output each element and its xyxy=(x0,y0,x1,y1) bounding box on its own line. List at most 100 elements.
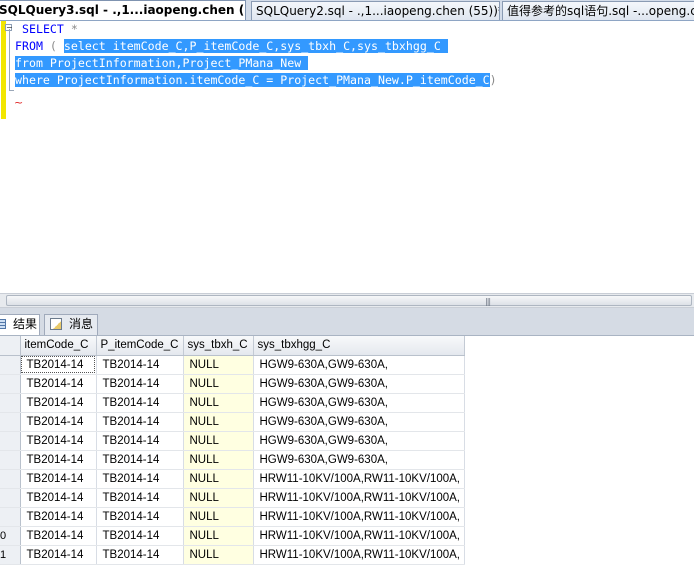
cell-p-itemcode[interactable]: TB2014-14 xyxy=(96,374,184,394)
row-number[interactable] xyxy=(0,507,21,527)
code-line-3: from ProjectInformation,Project_PMana_Ne… xyxy=(15,55,309,72)
cell-sys-tbxh[interactable]: NULL xyxy=(183,469,254,489)
row-number[interactable]: 0 xyxy=(0,526,21,546)
results-table: itemCode_C P_itemCode_C sys_tbxh_C sys_t… xyxy=(0,336,465,565)
cell-p-itemcode[interactable]: TB2014-14 xyxy=(96,431,184,451)
cell-p-itemcode[interactable]: TB2014-14 xyxy=(96,526,184,546)
cell-sys-tbxh[interactable]: NULL xyxy=(183,488,254,508)
cell-sys-tbxhgg[interactable]: HGW9-630A,GW9-630A, xyxy=(253,393,465,413)
table-row[interactable]: TB2014-14 TB2014-14 NULL HGW9-630A,GW9-630A… xyxy=(0,393,465,413)
code-line-4: where ProjectInformation.itemCode_C = Pr… xyxy=(15,72,497,89)
row-number[interactable] xyxy=(0,374,21,394)
table-row[interactable]: TB2014-14 TB2014-14 NULL HGW9-630A,GW9-630A… xyxy=(0,355,465,375)
cell-itemcode[interactable]: TB2014-14 xyxy=(20,526,97,546)
row-number[interactable] xyxy=(0,450,21,470)
table-row[interactable]: 0 TB2014-14 TB2014-14 NULL HRW11-10KV/100A,R… xyxy=(0,526,465,546)
cell-itemcode[interactable]: TB2014-14 xyxy=(20,412,97,432)
tab-results-label: 结果 xyxy=(13,317,38,331)
code-line-1: SELECT * xyxy=(22,21,78,38)
cell-p-itemcode[interactable]: TB2014-14 xyxy=(96,450,184,470)
cell-itemcode[interactable]: TB2014-14 xyxy=(20,355,97,375)
row-number[interactable] xyxy=(0,355,21,375)
editor-horizontal-scrollbar[interactable]: ||| xyxy=(0,293,694,308)
cell-itemcode[interactable]: TB2014-14 xyxy=(20,469,97,489)
cell-sys-tbxh[interactable]: NULL xyxy=(183,526,254,546)
cell-sys-tbxhgg[interactable]: HGW9-630A,GW9-630A, xyxy=(253,355,465,375)
change-tracking-bar xyxy=(1,21,6,119)
tab-messages-label: 消息 xyxy=(69,317,94,331)
keyword-select: SELECT xyxy=(22,22,64,36)
syntax-error-marker: ~ xyxy=(14,96,24,109)
cell-sys-tbxhgg[interactable]: HRW11-10KV/100A,RW11-10KV/100A, xyxy=(253,469,465,489)
query-editor[interactable]: − SELECT * FROM ( select itemCode_C,P_it… xyxy=(0,21,694,293)
outline-line xyxy=(9,29,10,91)
cell-sys-tbxh[interactable]: NULL xyxy=(183,450,254,470)
cell-p-itemcode[interactable]: TB2014-14 xyxy=(96,545,184,565)
table-row[interactable]: TB2014-14 TB2014-14 NULL HRW11-10KV/100A,RW… xyxy=(0,469,465,489)
selected-text-line-4: where ProjectInformation.itemCode_C = Pr… xyxy=(15,73,490,87)
row-number[interactable] xyxy=(0,488,21,508)
cell-sys-tbxhgg[interactable]: HGW9-630A,GW9-630A, xyxy=(253,450,465,470)
cell-p-itemcode[interactable]: TB2014-14 xyxy=(96,355,184,375)
cell-itemcode[interactable]: TB2014-14 xyxy=(20,450,97,470)
column-header-sys-tbxh[interactable]: sys_tbxh_C xyxy=(183,336,254,356)
cell-sys-tbxhgg[interactable]: HGW9-630A,GW9-630A, xyxy=(253,431,465,451)
cell-sys-tbxhgg[interactable]: HGW9-630A,GW9-630A, xyxy=(253,374,465,394)
cell-itemcode[interactable]: TB2014-14 xyxy=(20,393,97,413)
cell-itemcode[interactable]: TB2014-14 xyxy=(20,488,97,508)
message-icon xyxy=(50,318,62,330)
row-number[interactable] xyxy=(0,393,21,413)
scrollbar-thumb[interactable]: ||| xyxy=(6,295,692,306)
table-row[interactable]: TB2014-14 TB2014-14 NULL HGW9-630A,GW9-630A… xyxy=(0,374,465,394)
cell-p-itemcode[interactable]: TB2014-14 xyxy=(96,412,184,432)
column-header-p-itemcode[interactable]: P_itemCode_C xyxy=(96,336,184,356)
cell-p-itemcode[interactable]: TB2014-14 xyxy=(96,469,184,489)
header-row: itemCode_C P_itemCode_C sys_tbxh_C sys_t… xyxy=(0,336,465,356)
cell-sys-tbxhgg[interactable]: HGW9-630A,GW9-630A, xyxy=(253,412,465,432)
table-row[interactable]: TB2014-14 TB2014-14 NULL HRW11-10KV/100A,RW… xyxy=(0,488,465,508)
cell-sys-tbxh[interactable]: NULL xyxy=(183,393,254,413)
row-number[interactable]: 1 xyxy=(0,545,21,565)
row-header-corner[interactable] xyxy=(0,336,21,356)
cell-itemcode[interactable]: TB2014-14 xyxy=(20,431,97,451)
table-row[interactable]: 1 TB2014-14 TB2014-14 NULL HRW11-10KV/100A,R… xyxy=(0,545,465,565)
cell-p-itemcode[interactable]: TB2014-14 xyxy=(96,488,184,508)
table-row[interactable]: TB2014-14 TB2014-14 NULL HRW11-10KV/100A,RW… xyxy=(0,507,465,527)
cell-itemcode[interactable]: TB2014-14 xyxy=(20,374,97,394)
grip-icon: ||| xyxy=(485,297,491,306)
row-number[interactable] xyxy=(0,469,21,489)
outline-end xyxy=(9,90,14,91)
keyword-from: FROM xyxy=(15,39,43,53)
row-number[interactable] xyxy=(0,412,21,432)
row-number[interactable] xyxy=(0,431,21,451)
column-header-itemcode[interactable]: itemCode_C xyxy=(20,336,97,356)
cell-sys-tbxh[interactable]: NULL xyxy=(183,412,254,432)
cell-sys-tbxhgg[interactable]: HRW11-10KV/100A,RW11-10KV/100A, xyxy=(253,545,465,565)
cell-sys-tbxh[interactable]: NULL xyxy=(183,355,254,375)
cell-sys-tbxhgg[interactable]: HRW11-10KV/100A,RW11-10KV/100A, xyxy=(253,507,465,527)
table-row[interactable]: TB2014-14 TB2014-14 NULL HGW9-630A,GW9-630A… xyxy=(0,450,465,470)
cell-sys-tbxhgg[interactable]: HRW11-10KV/100A,RW11-10KV/100A, xyxy=(253,488,465,508)
column-header-sys-tbxhgg[interactable]: sys_tbxhgg_C xyxy=(253,336,465,356)
document-tab-strip: SQLQuery3.sql - .,1...iaopeng.chen (54))… xyxy=(0,0,694,21)
table-row[interactable]: TB2014-14 TB2014-14 NULL HGW9-630A,GW9-630A… xyxy=(0,431,465,451)
tab-reference-sql[interactable]: 值得参考的sql语句.sql -...openg.chen xyxy=(502,1,694,20)
code-line-2: FROM ( select itemCode_C,P_itemCode_C,sy… xyxy=(15,38,448,55)
open-paren: ( xyxy=(42,39,64,53)
tab-results[interactable]: 结果 xyxy=(0,314,40,335)
selection-trailing-3 xyxy=(301,56,309,70)
tab-sqlquery3[interactable]: SQLQuery3.sql - .,1...iaopeng.chen (54))… xyxy=(0,0,246,20)
cell-sys-tbxh[interactable]: NULL xyxy=(183,374,254,394)
tab-messages[interactable]: 消息 xyxy=(44,314,98,335)
cell-sys-tbxh[interactable]: NULL xyxy=(183,507,254,527)
cell-itemcode[interactable]: TB2014-14 xyxy=(20,507,97,527)
cell-sys-tbxh[interactable]: NULL xyxy=(183,545,254,565)
cell-sys-tbxh[interactable]: NULL xyxy=(183,431,254,451)
tab-sqlquery2[interactable]: SQLQuery2.sql - .,1...iaopeng.chen (55))… xyxy=(251,1,500,20)
cell-sys-tbxhgg[interactable]: HRW11-10KV/100A,RW11-10KV/100A, xyxy=(253,526,465,546)
cell-itemcode[interactable]: TB2014-14 xyxy=(20,545,97,565)
table-row[interactable]: TB2014-14 TB2014-14 NULL HGW9-630A,GW9-630A… xyxy=(0,412,465,432)
cell-p-itemcode[interactable]: TB2014-14 xyxy=(96,507,184,527)
cell-p-itemcode[interactable]: TB2014-14 xyxy=(96,393,184,413)
results-grid[interactable]: itemCode_C P_itemCode_C sys_tbxh_C sys_t… xyxy=(0,336,694,565)
